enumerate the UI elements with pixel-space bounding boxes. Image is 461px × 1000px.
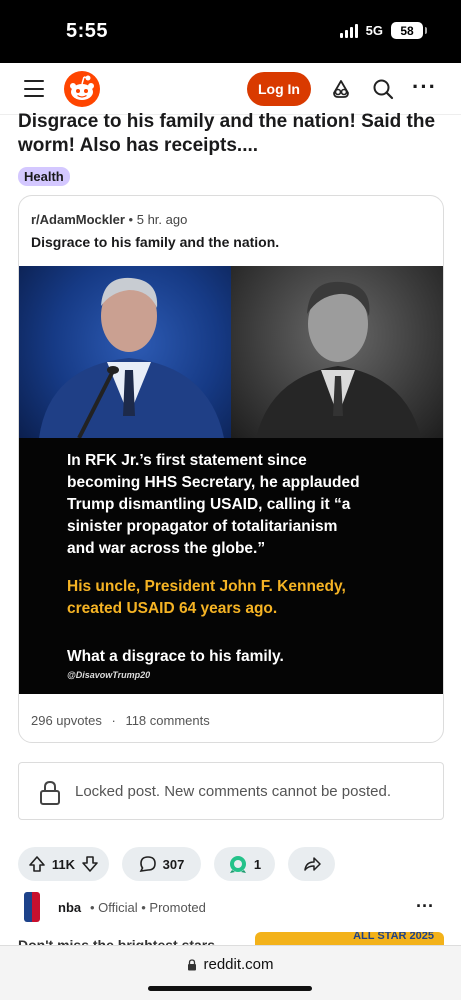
image-caption-panel: In RFK Jr.’s first statement since becom…	[19, 438, 443, 694]
share-button[interactable]	[288, 847, 335, 881]
crosspost-stats: 296 upvotes · 118 comments	[31, 713, 210, 728]
crosspost-time: 5 hr. ago	[136, 212, 188, 227]
more-options-icon[interactable]: ···	[412, 76, 437, 98]
caption-line: becoming HHS Secretary, he applauded	[67, 474, 360, 491]
caption-line: Trump dismantling USAID, calling it “a	[67, 496, 351, 513]
meta-separator: •	[128, 212, 134, 227]
network-label: 5G	[365, 23, 383, 38]
lock-small-icon	[188, 958, 197, 970]
speaker-silhouette	[39, 277, 224, 439]
upvote-icon[interactable]	[28, 855, 46, 873]
stats-separator: ·	[111, 713, 116, 728]
url-text: reddit.com	[203, 956, 274, 973]
award-icon	[229, 856, 246, 873]
award-count: 1	[253, 856, 262, 872]
promoted-label: • Official • Promoted	[90, 900, 206, 915]
status-time: 5:55	[66, 20, 109, 42]
browser-address-bar[interactable]: reddit.com	[0, 945, 461, 1000]
caption-line: and war across the globe.”	[67, 540, 266, 557]
search-icon[interactable]	[371, 77, 395, 101]
promoted-more-icon[interactable]: ···	[416, 896, 434, 917]
crosspost-subreddit[interactable]: r/AdamMockler	[31, 212, 125, 227]
photo-left-speaker	[19, 266, 231, 439]
comments-button[interactable]: 307	[122, 847, 201, 881]
caption-line: sinister propagator of totalitarianism	[67, 518, 338, 535]
caption-line-highlight: His uncle, President John F. Kennedy,	[67, 578, 346, 595]
battery-icon: 58	[391, 22, 427, 39]
crosspost-card[interactable]: r/AdamMockler • 5 hr. ago Disgrace to hi…	[18, 195, 444, 743]
award-button[interactable]: 1	[214, 847, 275, 881]
post-image[interactable]: In RFK Jr.’s first statement since becom…	[19, 266, 443, 694]
nba-logo-icon	[24, 892, 40, 922]
status-indicators: 5G 58	[339, 22, 427, 39]
status-bar: 5:55 5G 58	[0, 0, 461, 63]
signal-icon	[339, 23, 358, 38]
crosspost-upvotes: 296 upvotes	[31, 713, 102, 728]
url-display[interactable]: reddit.com	[0, 956, 461, 973]
caption-closing: What a disgrace to his family.	[67, 648, 284, 665]
caption-line: In RFK Jr.’s first statement since	[67, 452, 307, 469]
photo-right-portrait	[231, 266, 443, 438]
crosspost-title: Disgrace to his family and the nation.	[31, 234, 280, 250]
downvote-icon[interactable]	[81, 855, 99, 873]
advertise-icon[interactable]	[329, 77, 353, 101]
comment-icon	[139, 856, 156, 873]
comment-count: 307	[162, 856, 185, 872]
post-flair[interactable]: Health	[18, 167, 70, 186]
promoted-author[interactable]: nba	[58, 900, 81, 915]
post-title: Disgrace to his family and the nation! S…	[18, 111, 436, 156]
locked-notice-text: Locked post. New comments cannot be post…	[75, 783, 392, 800]
home-indicator[interactable]	[148, 986, 312, 991]
login-button[interactable]: Log In	[247, 72, 311, 106]
vote-count: 11K	[51, 856, 76, 872]
battery-level: 58	[400, 23, 414, 38]
promoted-post-header[interactable]: nba • Official • Promoted ···	[24, 892, 444, 926]
image-credit: @DisavowTrump20	[67, 670, 151, 680]
crosspost-meta: r/AdamMockler • 5 hr. ago	[31, 212, 187, 227]
portrait-silhouette	[256, 281, 421, 438]
reddit-logo-icon[interactable]	[64, 71, 100, 107]
locked-notice: Locked post. New comments cannot be post…	[18, 762, 444, 820]
vote-control: 11K	[18, 847, 109, 881]
hamburger-menu-icon[interactable]	[24, 80, 44, 97]
promoted-image[interactable]: ALL STAR 2025	[255, 932, 444, 946]
caption-line-highlight: created USAID 64 years ago.	[67, 600, 278, 617]
lock-icon	[40, 780, 60, 805]
share-icon	[303, 857, 321, 871]
crosspost-comments: 118 comments	[125, 713, 210, 728]
app-header: Log In ···	[0, 63, 461, 115]
promoted-banner-text: ALL STAR 2025	[353, 932, 434, 942]
